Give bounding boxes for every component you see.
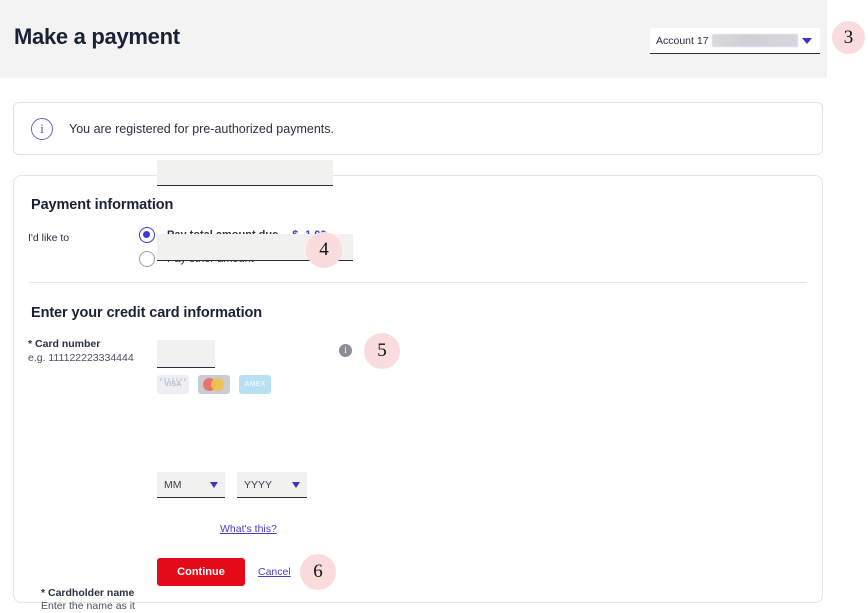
page-title: Make a payment	[14, 24, 180, 50]
cardholder-name-sublabel: Enter the name as it appears on the cred…	[41, 599, 161, 613]
expiry-month-select[interactable]: MM	[157, 472, 225, 498]
whats-this-link[interactable]: What's this?	[220, 523, 277, 535]
annotation-badge-6: 6	[300, 554, 336, 590]
continue-button[interactable]: Continue	[157, 558, 245, 586]
payment-form-card: Payment information I'd like to Enter yo…	[13, 175, 823, 603]
expiry-year-select[interactable]: YYYY	[237, 472, 307, 498]
annotation-badge-3: 3	[832, 21, 865, 54]
annotation-badge-5: 5	[364, 333, 400, 369]
cancel-link[interactable]: Cancel	[258, 566, 291, 578]
account-selector-label: Account 17	[656, 35, 709, 47]
chevron-down-icon	[292, 482, 300, 488]
security-code-input[interactable]	[157, 340, 215, 368]
mastercard-logo	[198, 375, 230, 394]
page-header: Make a payment Account 17	[0, 0, 827, 78]
info-banner-message: You are registered for pre-authorized pa…	[69, 122, 334, 136]
card-number-hint: e.g. 111122223334444	[28, 351, 134, 365]
card-number-label: * Card number	[28, 338, 100, 350]
info-banner: i You are registered for pre-authorized …	[13, 102, 823, 155]
account-selector[interactable]: Account 17	[650, 28, 820, 54]
account-number-redacted	[712, 34, 798, 47]
card-number-info-icon[interactable]: i	[339, 344, 352, 357]
id-like-to-label: I'd like to	[28, 232, 69, 244]
radio-icon-unselected[interactable]	[139, 251, 155, 267]
accepted-card-brands: VISA AMEX	[157, 375, 271, 394]
cardholder-name-label: * Cardholder name	[41, 587, 134, 599]
radio-icon-selected[interactable]	[139, 227, 155, 243]
make-a-payment-page: Make a payment Account 17 3 4 5 6 i You …	[0, 0, 868, 613]
section-divider	[29, 282, 807, 283]
annotation-badge-4: 4	[306, 232, 342, 268]
visa-logo: VISA	[157, 375, 189, 394]
mastercard-circle-right	[211, 378, 224, 391]
chevron-down-icon	[802, 38, 812, 44]
amex-logo: AMEX	[239, 375, 271, 394]
card-number-input[interactable]	[157, 160, 333, 186]
credit-card-section-title: Enter your credit card information	[31, 305, 262, 321]
chevron-down-icon	[210, 482, 218, 488]
payment-information-title: Payment information	[31, 197, 173, 213]
expiry-month-value: MM	[164, 479, 182, 491]
info-circle-icon: i	[31, 118, 53, 140]
expiry-year-value: YYYY	[244, 479, 272, 491]
